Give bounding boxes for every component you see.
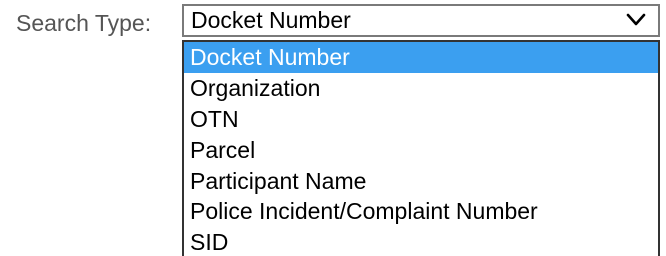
search-type-select[interactable]: Docket Number [182,4,660,37]
search-type-panel: Search Type: Docket Number Docket Number… [0,0,666,256]
search-type-dropdown-list: Docket Number Organization OTN Parcel Pa… [182,40,660,256]
option-participant-name[interactable]: Participant Name [184,166,658,197]
option-police-incident-complaint-number[interactable]: Police Incident/Complaint Number [184,196,658,227]
chevron-down-icon[interactable] [626,12,646,28]
search-type-selected-value: Docket Number [191,7,351,33]
option-sid[interactable]: SID [184,227,658,256]
option-otn[interactable]: OTN [184,104,658,135]
option-organization[interactable]: Organization [184,73,658,104]
option-docket-number[interactable]: Docket Number [184,42,658,73]
option-parcel[interactable]: Parcel [184,135,658,166]
search-type-label: Search Type: [16,10,152,36]
